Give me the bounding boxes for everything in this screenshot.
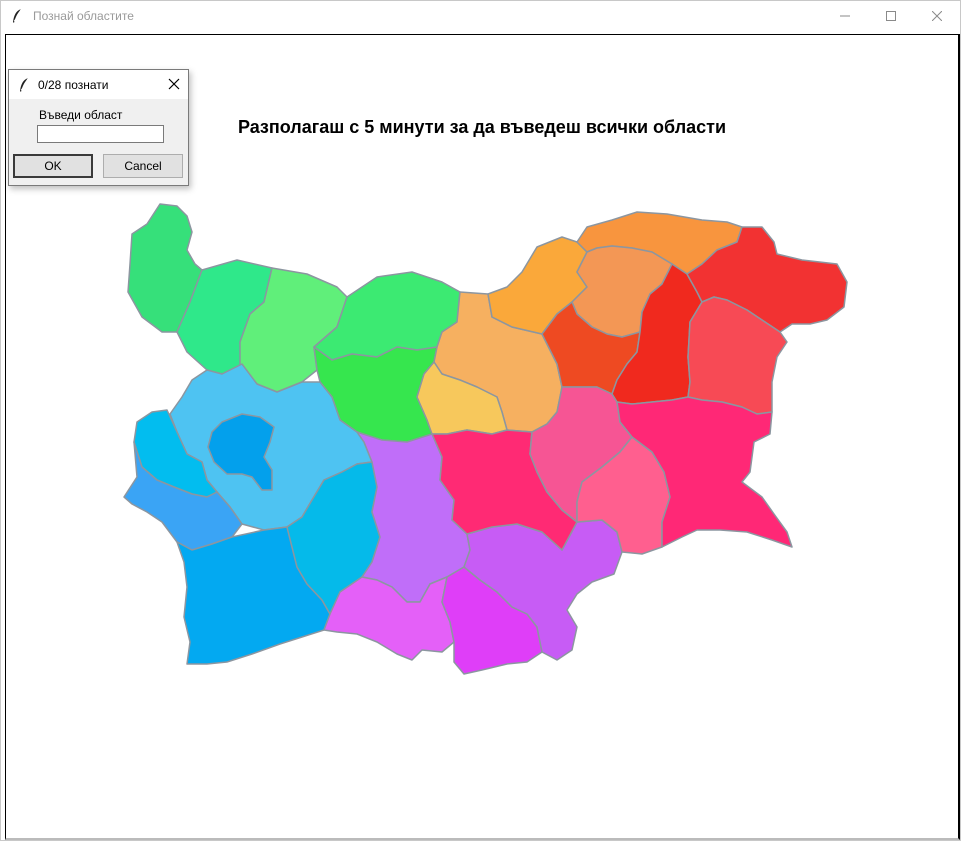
maximize-icon [886, 11, 896, 21]
minimize-button[interactable] [822, 1, 868, 31]
dialog-title-bar[interactable]: 0/28 познати [9, 70, 188, 99]
feather-icon [11, 8, 25, 24]
dialog-prompt: Въведи област [39, 108, 123, 122]
close-button[interactable] [914, 1, 960, 31]
map-region-smolyan [323, 576, 455, 661]
input-dialog: 0/28 познати Въведи област OK Cancel [8, 69, 189, 186]
ok-button[interactable]: OK [13, 154, 93, 178]
dialog-close-button[interactable] [166, 76, 182, 92]
close-icon [932, 11, 942, 21]
feather-icon [18, 77, 30, 93]
window-title: Познай областите [33, 9, 134, 23]
maximize-button[interactable] [868, 1, 914, 31]
minimize-icon [840, 15, 850, 17]
region-input[interactable] [37, 125, 164, 143]
title-bar[interactable]: Познай областите [1, 1, 960, 31]
close-icon [168, 78, 180, 90]
window-controls [822, 1, 960, 31]
cancel-button[interactable]: Cancel [103, 154, 183, 178]
dialog-title: 0/28 познати [38, 77, 109, 92]
